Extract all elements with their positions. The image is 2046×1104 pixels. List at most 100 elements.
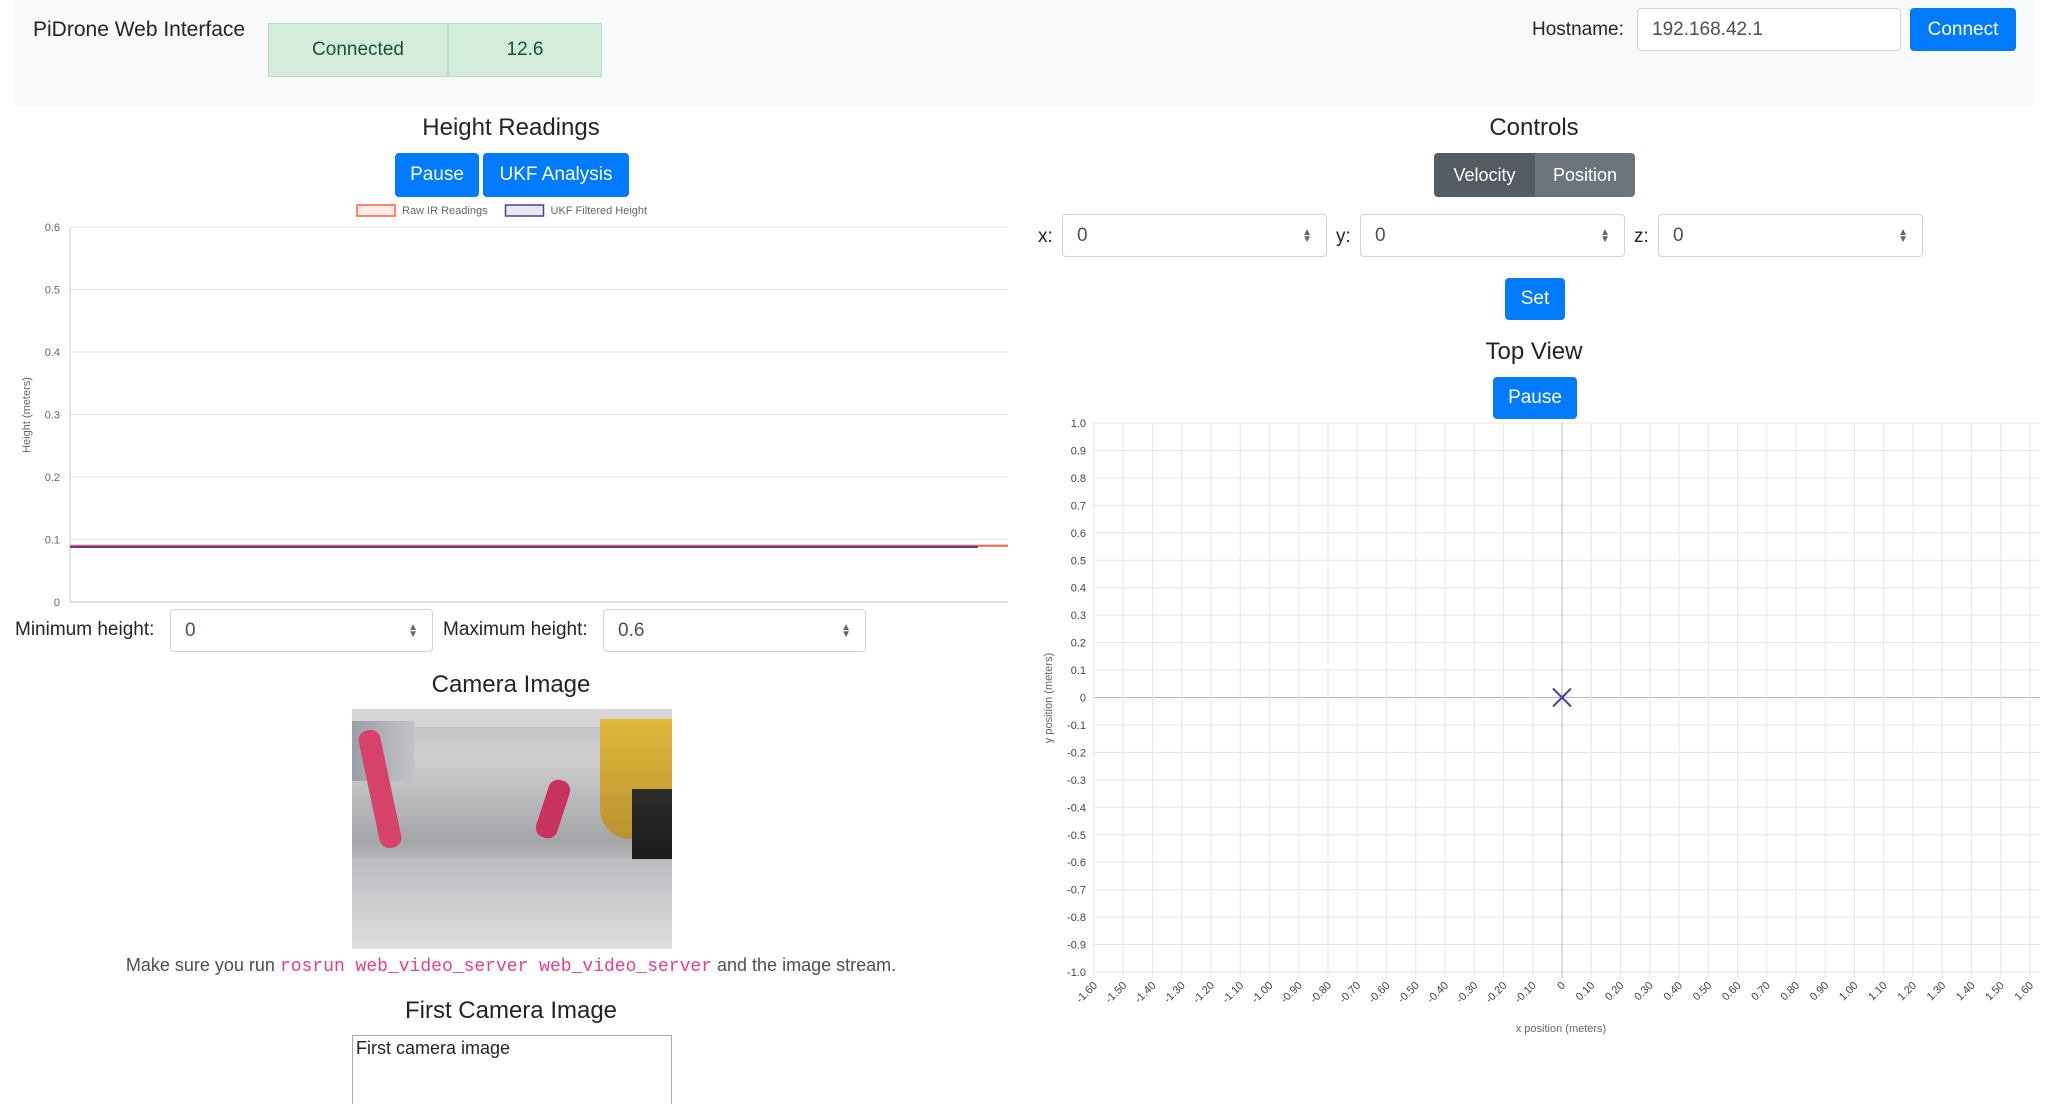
top-y-tick-label: -0.8 (1067, 912, 1086, 924)
battery-voltage-badge: 12.6 (448, 23, 602, 77)
top-y-tick-label: 0.3 (1071, 610, 1086, 622)
top-x-tick-label: 1.10 (1866, 980, 1890, 1004)
top-x-tick-label: 0.60 (1720, 980, 1744, 1004)
top-y-tick-label: -0.1 (1067, 720, 1086, 732)
max-height-value: 0.6 (618, 619, 645, 641)
camera-image-floor (352, 859, 672, 949)
height-y-tick-label: 0.1 (45, 535, 60, 547)
top-x-tick-label: 0.30 (1632, 980, 1656, 1004)
x-label: x: (1038, 226, 1053, 247)
height-y-tick-label: 0.5 (45, 285, 60, 297)
z-input[interactable]: 0 ▲ ▼ (1658, 214, 1923, 257)
first-camera-image: First camera image (352, 1035, 672, 1104)
top-x-tick-label: 0 (1555, 980, 1568, 993)
height-pause-button[interactable]: Pause (395, 153, 479, 197)
top-x-tick-label: -0.40 (1425, 980, 1451, 1006)
app-brand[interactable]: PiDrone Web Interface (33, 18, 245, 42)
connect-button[interactable]: Connect (1910, 8, 2016, 51)
top-x-tick-label: 1.00 (1837, 980, 1861, 1004)
top-x-tick-label: -1.30 (1162, 980, 1188, 1006)
top-x-tick-label: -1.40 (1132, 980, 1158, 1006)
y-input[interactable]: 0 ▲ ▼ (1360, 214, 1625, 257)
x-input[interactable]: 0 ▲ ▼ (1062, 214, 1327, 257)
z-label: z: (1634, 226, 1649, 247)
top-view-title: Top View (1485, 338, 1583, 365)
camera-note-after: and the image stream. (712, 955, 897, 975)
top-y-tick-label: 0.1 (1071, 665, 1086, 677)
camera-note-before: Make sure you run (125, 955, 280, 975)
height-chart: Raw IR Readings UKF Filtered Height 0 0.1 0… (21, 204, 1008, 609)
top-x-tick-label: 0.10 (1574, 980, 1598, 1004)
height-chart-y-label: Height (meters) (21, 377, 33, 453)
top-x-tick-label: -1.20 (1191, 980, 1217, 1006)
top-y-tick-label: -0.2 (1067, 747, 1086, 759)
top-y-tick-label: 0.8 (1071, 473, 1086, 485)
first-camera-image-alt-text: First camera image (356, 1038, 511, 1058)
y-value: 0 (1375, 224, 1386, 246)
top-x-tick-label: -1.10 (1220, 980, 1246, 1006)
top-view-chart: 1.00.90.80.70.60.50.40.30.20.10-0.1-0.2-… (1043, 418, 2040, 1035)
top-x-tick-label: 1.30 (1925, 980, 1949, 1004)
top-view-pause-button[interactable]: Pause (1493, 377, 1577, 419)
top-y-tick-label: -0.9 (1067, 940, 1086, 952)
x-value: 0 (1077, 224, 1088, 246)
top-y-tick-label: -0.6 (1067, 857, 1086, 869)
top-y-tick-label: -0.5 (1067, 830, 1086, 842)
min-height-value: 0 (185, 619, 196, 641)
top-x-tick-label: -0.10 (1513, 980, 1539, 1006)
camera-image-red-strip-right (533, 777, 573, 841)
top-y-tick-label: 1.0 (1071, 418, 1086, 430)
top-x-tick-label: 0.90 (1808, 980, 1832, 1004)
top-x-tick-label: 0.50 (1691, 980, 1715, 1004)
ukf-analysis-button[interactable]: UKF Analysis (483, 153, 629, 197)
top-y-tick-label: -0.7 (1067, 885, 1086, 897)
first-camera-image-title: First Camera Image (404, 997, 618, 1024)
legend-label: Raw IR Readings (402, 205, 488, 217)
height-y-tick-label: 0.6 (45, 222, 60, 234)
min-height-input[interactable]: 0 ▲ ▼ (170, 609, 433, 652)
height-y-tick-label: 0.4 (45, 347, 60, 359)
max-height-spinner-icon[interactable]: ▲ ▼ (841, 622, 851, 639)
top-x-tick-label: -0.70 (1337, 980, 1363, 1006)
top-x-tick-label: -1.60 (1074, 980, 1100, 1006)
controls-title: Controls (1489, 114, 1579, 141)
x-spinner-icon[interactable]: ▲ ▼ (1302, 227, 1312, 244)
legend-swatch (356, 204, 396, 217)
height-y-tick-label: 0 (54, 597, 60, 609)
top-x-tick-label: 0.80 (1778, 980, 1802, 1004)
top-x-tick-label: -0.30 (1454, 980, 1480, 1006)
top-x-tick-label: -1.50 (1103, 980, 1129, 1006)
camera-image (352, 709, 672, 949)
camera-note: Make sure you run rosrun web_video_serve… (0, 955, 1022, 977)
top-x-tick-label: 1.40 (1954, 980, 1978, 1004)
z-spinner-icon[interactable]: ▲ ▼ (1898, 227, 1908, 244)
top-y-tick-label: -1.0 (1067, 967, 1086, 979)
mode-velocity-toggle[interactable]: Velocity (1434, 153, 1535, 197)
top-x-tick-label: 0.40 (1661, 980, 1685, 1004)
max-height-label: Maximum height: (443, 619, 588, 640)
top-y-tick-label: 0.2 (1071, 638, 1086, 650)
top-y-tick-label: 0 (1080, 693, 1086, 705)
top-x-tick-label: -0.80 (1308, 980, 1334, 1006)
height-y-tick-label: 0.2 (45, 472, 60, 484)
top-x-tick-label: 0.20 (1603, 980, 1627, 1004)
min-height-spinner-icon[interactable]: ▲ ▼ (408, 622, 418, 639)
top-x-tick-label: -1.00 (1249, 980, 1275, 1006)
connection-status-badge: Connected (268, 23, 448, 77)
top-y-tick-label: 0.5 (1071, 555, 1086, 567)
top-y-tick-label: -0.3 (1067, 775, 1086, 787)
legend-label: UKF Filtered Height (551, 205, 648, 217)
set-button[interactable]: Set (1505, 278, 1565, 320)
mode-position-toggle[interactable]: Position (1535, 153, 1635, 197)
legend-swatch (504, 204, 545, 217)
height-chart-legend: Raw IR Readings UKF Filtered Height (356, 204, 648, 217)
top-x-tick-label: -0.90 (1279, 980, 1305, 1006)
top-view-y-ticks: 1.0 0.9 0.8 0.7 0.6 0.5 0.4 0.3 0.2 0.1 0 -0.1 -0.2 -… (1067, 418, 1086, 979)
top-y-tick-label: 0.6 (1071, 528, 1086, 540)
y-spinner-icon[interactable]: ▲ ▼ (1600, 227, 1610, 244)
top-x-tick-label: 1.50 (1983, 980, 2007, 1004)
hostname-input[interactable]: 192.168.42.1 (1637, 8, 1901, 51)
top-y-tick-label: 0.9 (1071, 445, 1086, 457)
top-view-x-ticks: -1.60 -1.50 -1.40 -1.30 -1.20 -1.10 -1.00 -0.90… (1074, 980, 2036, 1006)
max-height-input[interactable]: 0.6 ▲ ▼ (603, 609, 866, 652)
